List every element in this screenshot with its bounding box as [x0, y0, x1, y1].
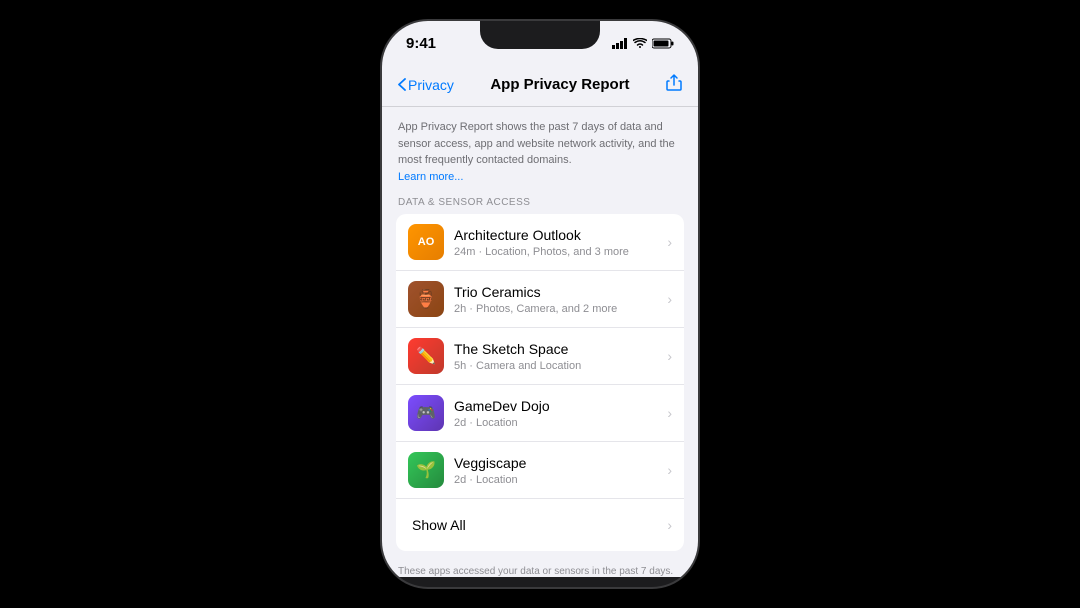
share-icon — [666, 73, 682, 91]
description-block: App Privacy Report shows the past 7 days… — [382, 107, 698, 193]
chevron-icon: › — [667, 348, 672, 364]
app-icon-text: AO — [418, 236, 435, 248]
content-area: App Privacy Report shows the past 7 days… — [382, 107, 698, 577]
item-text-sketch: The Sketch Space 5h · Camera and Locatio… — [454, 340, 663, 371]
show-all-label: Show All — [412, 517, 466, 533]
app-name: Architecture Outlook — [454, 226, 663, 244]
back-label: Privacy — [408, 77, 454, 93]
app-subtitle: 2d · Location — [454, 474, 663, 486]
app-subtitle: 24m · Location, Photos, and 3 more — [454, 246, 663, 258]
status-icons — [612, 38, 674, 49]
item-text-trio: Trio Ceramics 2h · Photos, Camera, and 2… — [454, 283, 663, 314]
app-name: GameDev Dojo — [454, 397, 663, 415]
app-subtitle: 5h · Camera and Location — [454, 360, 663, 372]
app-icon-gamedev: 🎮 — [408, 395, 444, 431]
app-icon-sketch: ✏️ — [408, 338, 444, 374]
share-button[interactable] — [666, 73, 682, 96]
chevron-icon: › — [667, 405, 672, 421]
list-item[interactable]: 🎮 GameDev Dojo 2d · Location › — [396, 385, 684, 442]
chevron-icon: › — [667, 517, 672, 533]
app-icon-architecture: AO — [408, 224, 444, 260]
app-icon-trio: 🏺 — [408, 281, 444, 317]
chevron-icon: › — [667, 291, 672, 307]
learn-more-link[interactable]: Learn more... — [398, 171, 463, 183]
app-name: The Sketch Space — [454, 340, 663, 358]
app-icon-veggie: 🌱 — [408, 452, 444, 488]
nav-bar: Privacy App Privacy Report — [382, 65, 698, 107]
data-sensor-list: AO Architecture Outlook 24m · Location, … — [396, 214, 684, 551]
chevron-icon: › — [667, 234, 672, 250]
data-footer-note: These apps accessed your data or sensors… — [382, 559, 698, 577]
list-item[interactable]: ✏️ The Sketch Space 5h · Camera and Loca… — [396, 328, 684, 385]
signal-icon — [612, 38, 628, 49]
data-section-header: DATA & SENSOR ACCESS — [382, 193, 698, 214]
app-subtitle: 2h · Photos, Camera, and 2 more — [454, 303, 663, 315]
item-text-architecture: Architecture Outlook 24m · Location, Pho… — [454, 226, 663, 257]
status-bar: 9:41 — [382, 21, 698, 65]
wifi-icon — [633, 38, 647, 49]
chevron-left-icon — [398, 78, 406, 91]
battery-icon — [652, 38, 674, 49]
phone-frame: 9:41 — [380, 19, 700, 589]
list-item[interactable]: 🏺 Trio Ceramics 2h · Photos, Camera, and… — [396, 271, 684, 328]
chevron-icon: › — [667, 462, 672, 478]
back-button[interactable]: Privacy — [398, 77, 454, 93]
item-text-veggie: Veggiscape 2d · Location — [454, 454, 663, 485]
description-text: App Privacy Report shows the past 7 days… — [398, 121, 675, 166]
item-text-gamedev: GameDev Dojo 2d · Location — [454, 397, 663, 428]
list-item[interactable]: 🌱 Veggiscape 2d · Location › — [396, 442, 684, 499]
app-name: Trio Ceramics — [454, 283, 663, 301]
notch — [480, 21, 600, 49]
app-name: Veggiscape — [454, 454, 663, 472]
show-all-button[interactable]: Show All › — [396, 499, 684, 551]
app-subtitle: 2d · Location — [454, 417, 663, 429]
list-item[interactable]: AO Architecture Outlook 24m · Location, … — [396, 214, 684, 271]
page-title: App Privacy Report — [490, 76, 629, 93]
status-time: 9:41 — [406, 35, 436, 52]
